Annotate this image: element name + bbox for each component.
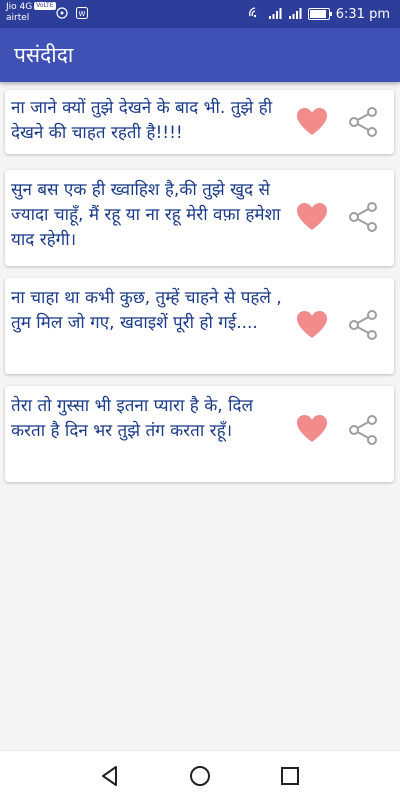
recents-icon[interactable] <box>278 764 302 788</box>
heart-icon[interactable] <box>296 310 328 340</box>
share-icon[interactable] <box>347 414 379 446</box>
quote-text: सुन बस एक ही ख्वाहिश है,की तुझे खुद से ज… <box>11 180 281 250</box>
status-bar: Jio 4G VoLTE airtel W 6:31 pm <box>0 0 400 28</box>
hotspot-icon <box>56 7 68 19</box>
quote-card[interactable]: ना चाहा था कभी कुछ, तुम्हें चाहने से पहल… <box>5 278 394 374</box>
signal-icon-2 <box>288 8 302 20</box>
notification-icons: W <box>56 7 88 19</box>
volte-badge: VoLTE <box>34 2 56 10</box>
carrier-jio: Jio 4G <box>6 2 33 12</box>
share-icon[interactable] <box>347 309 379 341</box>
quote-text: तेरा तो गुस्सा भी इतना प्यारा है के, दिल… <box>11 396 254 441</box>
battery-level <box>309 10 326 18</box>
svg-text:W: W <box>79 10 86 18</box>
share-icon[interactable] <box>347 106 379 138</box>
signal-icon-1 <box>268 8 282 20</box>
quote-card[interactable]: तेरा तो गुस्सा भी इतना प्यारा है के, दिल… <box>5 386 394 482</box>
quote-text: ना चाहा था कभी कुछ, तुम्हें चाहने से पहल… <box>11 288 282 333</box>
clock: 6:31 pm <box>335 6 390 22</box>
status-right: 6:31 pm <box>248 6 390 22</box>
battery-icon <box>307 8 332 20</box>
app-notification-icon: W <box>76 7 88 19</box>
quote-card[interactable]: सुन बस एक ही ख्वाहिश है,की तुझे खुद से ज… <box>5 170 394 266</box>
carrier-info: Jio 4G VoLTE airtel <box>6 2 56 24</box>
heart-icon[interactable] <box>296 107 328 137</box>
page-title: पसंदीदा <box>14 43 74 67</box>
wifi-hotspot-icon <box>248 6 262 22</box>
back-icon[interactable] <box>98 764 122 788</box>
heart-icon[interactable] <box>296 202 328 232</box>
quote-text: ना जाने क्यों तुझे देखने के बाद भी. तुझे… <box>11 98 273 143</box>
heart-icon[interactable] <box>296 414 328 444</box>
home-icon[interactable] <box>188 764 212 788</box>
app-bar: पसंदीदा <box>0 28 400 82</box>
navigation-bar <box>0 750 400 801</box>
quote-card[interactable]: ना जाने क्यों तुझे देखने के बाद भी. तुझे… <box>5 90 394 154</box>
carrier-airtel: airtel <box>6 13 30 23</box>
share-icon[interactable] <box>347 201 379 233</box>
